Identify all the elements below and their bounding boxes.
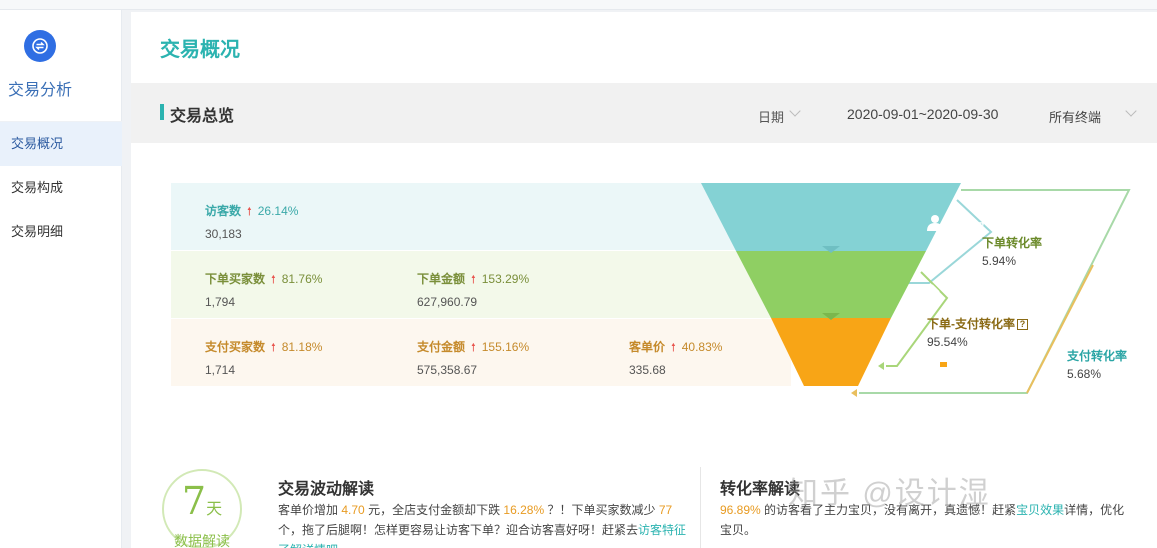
main-panel: 交易概况 交易总览 日期 2020-09-01~2020-09-30 所有终端 … (131, 12, 1157, 548)
funnel-order (736, 251, 926, 318)
section-divider (700, 467, 701, 548)
rate-label-row: 下单-支付转化率? (927, 315, 1028, 332)
metric-change: 81.76% (281, 272, 323, 286)
help-icon[interactable]: ? (1017, 319, 1028, 330)
date-select[interactable]: 日期 (758, 107, 784, 126)
arrowhead-icon (851, 389, 857, 397)
order-rate: 下单转化率 5.94% (982, 234, 1042, 268)
watermark: 知乎 @设计湿 (788, 477, 991, 510)
arrow-up-icon: 🠕 (247, 206, 252, 218)
order-amount-metric: 下单金额 🠕 153.29% 627,960.79 (417, 270, 529, 309)
metric-value: 575,358.67 (417, 363, 478, 377)
rate-value: 5.94% (982, 254, 1017, 268)
page-title: 交易概况 (160, 39, 240, 61)
metric-label: 访客数 (205, 204, 242, 218)
chevron-down-icon[interactable] (1125, 105, 1137, 117)
funnel-pay-label: 支付 (949, 356, 985, 376)
sidebar-item-details[interactable]: 交易明细 (0, 210, 122, 254)
rate-label: 下单转化率 (982, 236, 1043, 250)
metric-change: 153.29% (481, 272, 530, 286)
metric-label: 客单价 (629, 340, 666, 354)
metric-label: 支付金额 (417, 340, 466, 354)
rate-value: 95.54% (927, 335, 968, 349)
funnel-order-label: 下单 (949, 288, 985, 308)
order-pay-rate: 下单-支付转化率? 95.54% (927, 315, 1028, 349)
sidebar-title: 交易分析 (8, 82, 73, 99)
metric-value: 30,183 (205, 227, 242, 241)
metric-value: 1,714 (205, 363, 236, 377)
badge-number: 7 (181, 479, 207, 523)
highlight-value: 77 (658, 503, 673, 517)
text-segment: 元，全店支付金额却下跌 (368, 503, 501, 517)
metric-label: 支付买家数 (205, 340, 266, 354)
product-effect-link[interactable]: 宝贝效果 (1016, 503, 1064, 517)
badge-unit: 天 (206, 499, 223, 518)
top-strip (0, 0, 1157, 10)
wallet-icon (931, 358, 947, 371)
gavel-icon (928, 284, 941, 305)
date-range[interactable]: 2020-09-01~2020-09-30 (847, 106, 998, 122)
funnel-visitor-label: 访客 (949, 220, 985, 240)
arrow-up-icon: 🠕 (471, 342, 476, 354)
order-buyers-metric: 下单买家数 🠕 81.76% 1,794 (205, 270, 322, 309)
sidebar-item-composition[interactable]: 交易构成 (0, 166, 122, 210)
metric-change: 155.16% (481, 340, 530, 354)
badge-number-row: 7天 (164, 481, 240, 529)
metric-change: 26.14% (257, 204, 299, 218)
metric-change: 81.18% (281, 340, 323, 354)
metric-label: 下单买家数 (205, 272, 266, 286)
badge-label: 数据解读 (174, 533, 230, 548)
visitors-metric: 访客数 🠕 26.14% 30,183 (205, 202, 298, 241)
text-segment: 个，拖了后腿啊！怎样更容易让访客下单？迎合访客喜好呀！赶紧去 (278, 523, 639, 537)
fluctuation-title: 交易波动解读 (278, 481, 375, 498)
highlight-value: 4.70 (341, 503, 365, 517)
rate-label: 下单-支付转化率 (927, 317, 1015, 331)
funnel-pay (771, 318, 891, 386)
metric-label: 下单金额 (417, 272, 466, 286)
sidebar: 交易分析 交易概况 交易构成 交易明细 (0, 10, 122, 548)
pay-rate: 支付转化率 5.68% (1067, 347, 1127, 381)
section-title: 交易总览 (170, 108, 235, 125)
sidebar-item-overview[interactable]: 交易概况 (0, 122, 122, 166)
arrow-up-icon: 🠕 (271, 342, 276, 354)
text-segment: ？！下单买家数减少 (547, 503, 656, 517)
text-segment: 客单价增加 (278, 503, 339, 517)
chevron-down-icon[interactable] (789, 105, 801, 117)
rate-label: 支付转化率 (1067, 349, 1128, 363)
rate-value: 5.68% (1067, 367, 1102, 381)
metric-value: 1,794 (205, 295, 236, 309)
section-accent (160, 104, 164, 120)
highlight-value: 96.89% (720, 503, 761, 517)
pay-amount-metric: 支付金额 🠕 155.16% 575,358.67 (417, 338, 529, 377)
overview-header: 交易总览 日期 2020-09-01~2020-09-30 所有终端 (131, 83, 1157, 143)
arrow-up-icon: 🠕 (471, 274, 476, 286)
metric-value: 627,960.79 (417, 295, 478, 309)
arrowhead-icon (878, 362, 884, 370)
highlight-value: 16.28% (503, 503, 545, 517)
arrow-up-icon: 🠕 (671, 342, 676, 354)
exchange-icon (24, 30, 56, 62)
seven-day-badge: 7天 数据解读 (162, 469, 242, 548)
fluctuation-text: 客单价增加 4.70 元，全店支付金额却下跌 16.28% ？！下单买家数减少 … (278, 500, 688, 548)
pay-buyers-metric: 支付买家数 🠕 81.18% 1,714 (205, 338, 322, 377)
arrow-up-icon: 🠕 (271, 274, 276, 286)
funnel-visitor (701, 183, 961, 251)
terminal-select[interactable]: 所有终端 (1049, 107, 1101, 126)
